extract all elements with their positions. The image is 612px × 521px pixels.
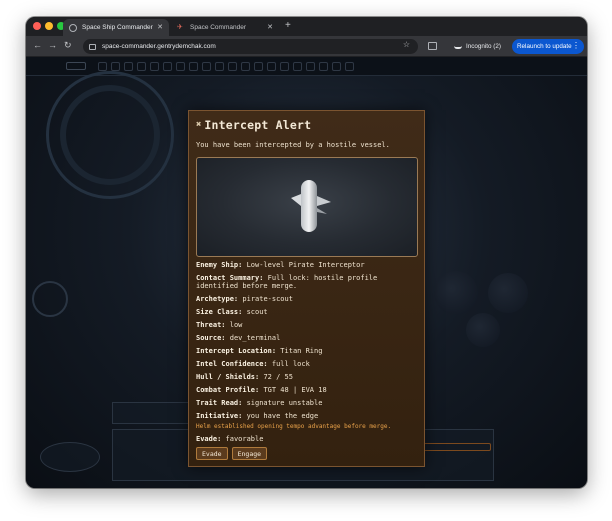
modal-actions: Evade Engage bbox=[196, 447, 268, 460]
planet-marker bbox=[466, 313, 500, 347]
detail-enemy-ship: Enemy Ship: Low-level Pirate Interceptor bbox=[196, 261, 365, 269]
detail-threat: Threat: low bbox=[196, 321, 243, 329]
window-controls bbox=[33, 22, 65, 30]
detail-trait-read: Trait Read: signature unstable bbox=[196, 399, 323, 407]
radar-ring-inner bbox=[60, 85, 160, 185]
background-orange-button bbox=[421, 443, 491, 451]
tab-strip: Space Ship Commander ✕ ✈ Space Commander… bbox=[26, 17, 587, 36]
detail-intel-confidence: Intel Confidence: full lock bbox=[196, 360, 310, 368]
browser-toolbar: ← → ↻ space-commander.gentrydemchak.com … bbox=[26, 36, 587, 57]
new-tab-button[interactable]: + bbox=[285, 20, 291, 31]
incognito-label: Incognito (2) bbox=[466, 43, 502, 50]
detail-combat-profile: Combat Profile: TGT 48 | EVA 18 bbox=[196, 386, 327, 394]
relaunch-button[interactable]: Relaunch to update ⋮ bbox=[512, 39, 584, 54]
back-icon[interactable]: ← bbox=[33, 40, 42, 50]
incognito-indicator[interactable]: Incognito (2) bbox=[449, 40, 506, 53]
browser-window: Space Ship Commander ✕ ✈ Space Commander… bbox=[26, 17, 587, 488]
detail-initiative: Initiative: you have the edge bbox=[196, 412, 319, 420]
planet-marker bbox=[434, 271, 478, 315]
close-tab-icon[interactable]: ✕ bbox=[267, 23, 273, 31]
side-panel-icon[interactable] bbox=[428, 42, 437, 50]
incognito-icon bbox=[454, 44, 462, 49]
tab-space-commander[interactable]: ✈ Space Commander ✕ bbox=[171, 19, 279, 36]
url-text: space-commander.gentrydemchak.com bbox=[102, 43, 216, 50]
minimize-window-button[interactable] bbox=[45, 22, 53, 30]
globe-icon bbox=[69, 23, 77, 32]
detail-intercept-location: Intercept Location: Titan Ring bbox=[196, 347, 323, 355]
enemy-ship-preview bbox=[196, 157, 418, 257]
modal-header: ✖ Intercept Alert bbox=[196, 118, 311, 132]
modal-title: Intercept Alert bbox=[204, 118, 312, 132]
detail-source: Source: dev_terminal bbox=[196, 334, 281, 342]
page-viewport: ✖ Intercept Alert You have been intercep… bbox=[26, 57, 587, 488]
tab-title: Space Ship Commander bbox=[82, 24, 153, 31]
rocket-icon: ✈ bbox=[177, 23, 183, 31]
modal-subtitle: You have been intercepted by a hostile v… bbox=[196, 141, 390, 149]
game-toolbar-icons bbox=[98, 62, 354, 71]
close-window-button[interactable] bbox=[33, 22, 41, 30]
detail-size-class: Size Class: scout bbox=[196, 308, 268, 316]
more-menu-icon[interactable]: ⋮ bbox=[572, 41, 580, 50]
address-bar[interactable]: space-commander.gentrydemchak.com ☆ bbox=[83, 39, 418, 54]
gauge-ring bbox=[32, 281, 68, 317]
tab-space-ship-commander[interactable]: Space Ship Commander ✕ bbox=[63, 19, 169, 36]
background-panel bbox=[112, 402, 192, 424]
detail-contact-summary: Contact Summary: Full lock: hostile prof… bbox=[196, 274, 378, 290]
tab-title: Space Commander bbox=[190, 24, 246, 31]
reload-icon[interactable]: ↻ bbox=[64, 40, 72, 51]
site-info-icon[interactable] bbox=[89, 43, 96, 50]
bookmark-star-icon[interactable]: ☆ bbox=[403, 40, 410, 49]
detail-evade: Evade: favorable bbox=[196, 435, 264, 443]
detail-hull-shields: Hull / Shields: 72 / 55 bbox=[196, 373, 293, 381]
engage-button[interactable]: Engage bbox=[231, 447, 268, 460]
enemy-details: Enemy Ship: Low-level Pirate Interceptor… bbox=[196, 261, 422, 448]
evade-button[interactable]: Evade bbox=[196, 447, 228, 460]
game-mode-pill bbox=[66, 62, 86, 70]
forward-icon[interactable]: → bbox=[48, 40, 57, 50]
relaunch-label: Relaunch to update bbox=[517, 43, 572, 50]
background-dish bbox=[40, 442, 100, 472]
detail-archetype: Archetype: pirate-scout bbox=[196, 295, 293, 303]
intercept-alert-modal: ✖ Intercept Alert You have been intercep… bbox=[188, 110, 425, 467]
close-tab-icon[interactable]: ✕ bbox=[157, 23, 163, 31]
crossed-swords-icon: ✖ bbox=[196, 120, 202, 130]
planet-marker bbox=[488, 273, 528, 313]
helm-note: Helm established opening tempo advantage… bbox=[196, 423, 392, 430]
enemy-ship-image bbox=[291, 180, 331, 232]
